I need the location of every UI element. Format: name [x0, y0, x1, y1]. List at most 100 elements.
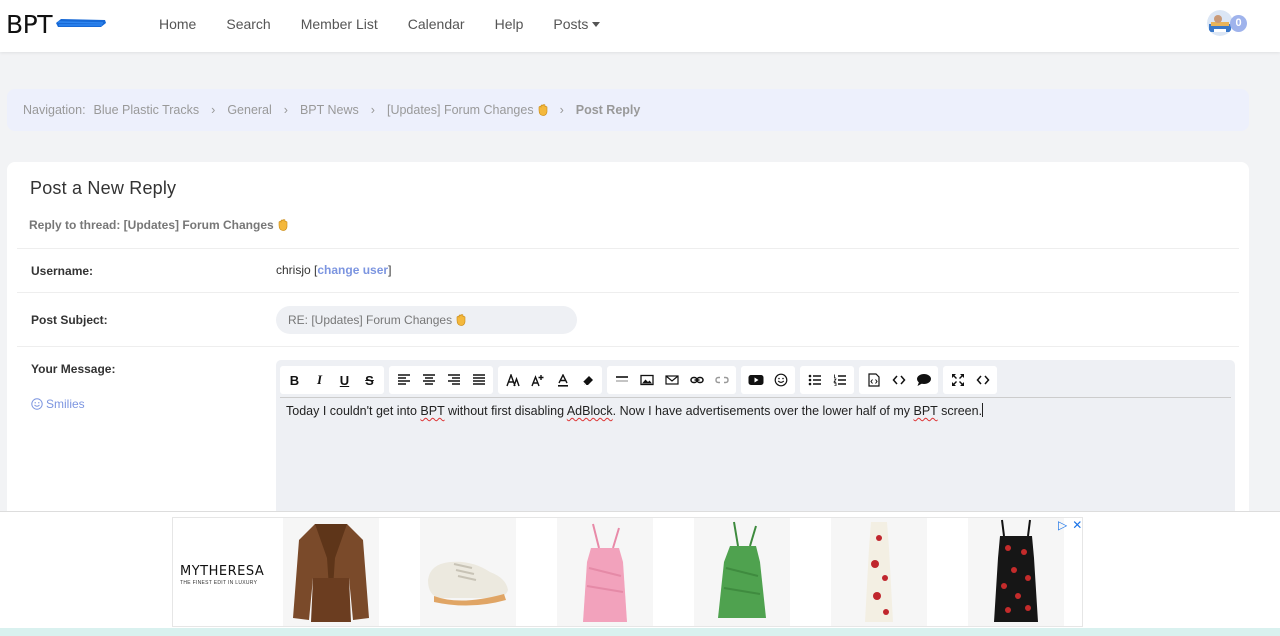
- font-size-icon: [530, 374, 543, 386]
- code-button[interactable]: [886, 368, 911, 392]
- smilies-label: Smilies: [46, 397, 85, 411]
- main-nav: Home Search Member List Calendar Help Po…: [144, 0, 615, 48]
- nav-calendar[interactable]: Calendar: [393, 16, 480, 32]
- remove-format-button[interactable]: [575, 368, 600, 392]
- username-value: chrisjo [change user]: [276, 263, 391, 277]
- eraser-icon: [582, 375, 593, 385]
- smilies-link[interactable]: Smilies: [31, 397, 85, 411]
- breadcrumb: Navigation: Blue Plastic Tracks › Genera…: [7, 89, 1249, 131]
- youtube-icon: [748, 375, 763, 385]
- site-logo[interactable]: BPT: [6, 10, 53, 39]
- emoticon-icon: [774, 373, 787, 387]
- spellcheck-word: AdBlock: [566, 404, 613, 418]
- ad-product-sneakers[interactable]: [420, 518, 516, 626]
- reply-form: Post a New Reply Reply to thread: [Updat…: [7, 162, 1249, 522]
- source-code-button[interactable]: [861, 368, 886, 392]
- toolbar-group-insert: [607, 366, 736, 394]
- toolbar-group-code: [859, 366, 938, 394]
- leather-jacket-image: [293, 524, 369, 622]
- ad-product-green-dress[interactable]: [694, 518, 790, 626]
- toolbar-group-view: [943, 366, 997, 394]
- ordered-list-button[interactable]: [827, 368, 852, 392]
- smiley-icon: [31, 398, 43, 410]
- nav-search[interactable]: Search: [211, 16, 285, 32]
- source-icon: [976, 375, 989, 385]
- nav-posts[interactable]: Posts: [538, 16, 615, 32]
- bullet-list-icon: [808, 374, 821, 386]
- justify-icon: [472, 374, 485, 385]
- horizontal-rule-button[interactable]: [609, 368, 634, 392]
- source-button[interactable]: [970, 368, 995, 392]
- subject-input[interactable]: RE: [Updates] Forum Changes: [276, 306, 577, 334]
- ad-product-pink-dress[interactable]: [557, 518, 653, 626]
- breadcrumb-link-blue-plastic-tracks[interactable]: Blue Plastic Tracks: [94, 103, 200, 117]
- page-title: Post a New Reply: [30, 178, 177, 198]
- change-user-link[interactable]: change user: [317, 263, 388, 277]
- font-size-button[interactable]: [525, 368, 550, 392]
- breadcrumb-label: Navigation:: [23, 103, 86, 117]
- link-button[interactable]: [684, 368, 709, 392]
- green-dress-image: [718, 521, 766, 618]
- quote-bubble-icon: [916, 374, 931, 386]
- code-file-icon: [867, 373, 880, 387]
- advertisement[interactable]: MYTHERESA THE FINEST EDIT IN LUXURY ▷ ✕: [172, 517, 1083, 627]
- image-button[interactable]: [634, 368, 659, 392]
- breadcrumb-link-general[interactable]: General: [227, 103, 271, 117]
- username-label: Username:: [31, 264, 94, 278]
- bullet-list-button[interactable]: [802, 368, 827, 392]
- underline-button[interactable]: U: [332, 368, 357, 392]
- user-menu[interactable]: 0: [1207, 10, 1251, 38]
- pink-dress-image: [583, 523, 627, 622]
- text-segment: without first disabling: [444, 404, 567, 418]
- align-left-button[interactable]: [391, 368, 416, 392]
- nav-member-list[interactable]: Member List: [286, 16, 393, 32]
- nav-help[interactable]: Help: [480, 16, 539, 32]
- breadcrumb-link-bpt-news[interactable]: BPT News: [300, 103, 359, 117]
- editor-divider: [280, 397, 1231, 398]
- subject-value: RE: [Updates] Forum Changes: [288, 313, 453, 327]
- strikethrough-button[interactable]: S: [357, 368, 382, 392]
- code-icon: [892, 375, 905, 385]
- font-color-button[interactable]: [550, 368, 575, 392]
- adchoices-icon[interactable]: ▷: [1058, 518, 1067, 532]
- youtube-button[interactable]: [743, 368, 768, 392]
- hand-emoji-icon: [278, 219, 287, 231]
- justify-button[interactable]: [466, 368, 491, 392]
- align-right-button[interactable]: [441, 368, 466, 392]
- spellcheck-word: BPT: [913, 404, 938, 418]
- emoticon-button[interactable]: [768, 368, 793, 392]
- breadcrumb-link-forum-changes[interactable]: [Updates] Forum Changes: [387, 103, 548, 117]
- ad-product-cherry-dress[interactable]: [968, 518, 1064, 626]
- font-button[interactable]: [500, 368, 525, 392]
- align-right-icon: [447, 374, 460, 385]
- notification-badge[interactable]: 0: [1230, 15, 1247, 32]
- ad-product-floral-dress[interactable]: [831, 518, 927, 626]
- font-color-icon: [557, 373, 568, 387]
- align-center-icon: [422, 374, 435, 385]
- unlink-button[interactable]: [709, 368, 734, 392]
- ad-brand-name: MYTHERESA: [180, 564, 265, 579]
- horizontal-rule-icon: [615, 376, 628, 382]
- ad-close-icon[interactable]: ✕: [1072, 518, 1082, 532]
- editor-toolbar: B I U S: [280, 366, 1002, 394]
- toolbar-group-font: [498, 366, 602, 394]
- text-segment: . Now I have advertisements over the low…: [612, 404, 914, 418]
- quote-button[interactable]: [911, 368, 936, 392]
- text-segment: Today I couldn't get into: [286, 404, 421, 418]
- message-editor[interactable]: B I U S Today I couldn't get into BPT wi…: [276, 360, 1235, 522]
- ad-product-jacket[interactable]: [283, 518, 379, 626]
- ad-brand[interactable]: MYTHERESA THE FINEST EDIT IN LUXURY: [180, 564, 280, 586]
- breadcrumb-separator: ›: [211, 103, 216, 117]
- align-center-button[interactable]: [416, 368, 441, 392]
- bold-button[interactable]: B: [282, 368, 307, 392]
- italic-button[interactable]: I: [307, 368, 332, 392]
- sneakers-image: [428, 561, 508, 606]
- email-button[interactable]: [659, 368, 684, 392]
- site-header: BPT Home Search Member List Calendar Hel…: [0, 0, 1280, 52]
- maximize-button[interactable]: [945, 368, 970, 392]
- message-textarea[interactable]: Today I couldn't get into BPT without fi…: [286, 403, 984, 418]
- nav-home[interactable]: Home: [144, 16, 211, 32]
- caret-down-icon: [592, 21, 601, 27]
- bracket-close: ]: [388, 263, 392, 277]
- hand-emoji-icon: [538, 104, 547, 116]
